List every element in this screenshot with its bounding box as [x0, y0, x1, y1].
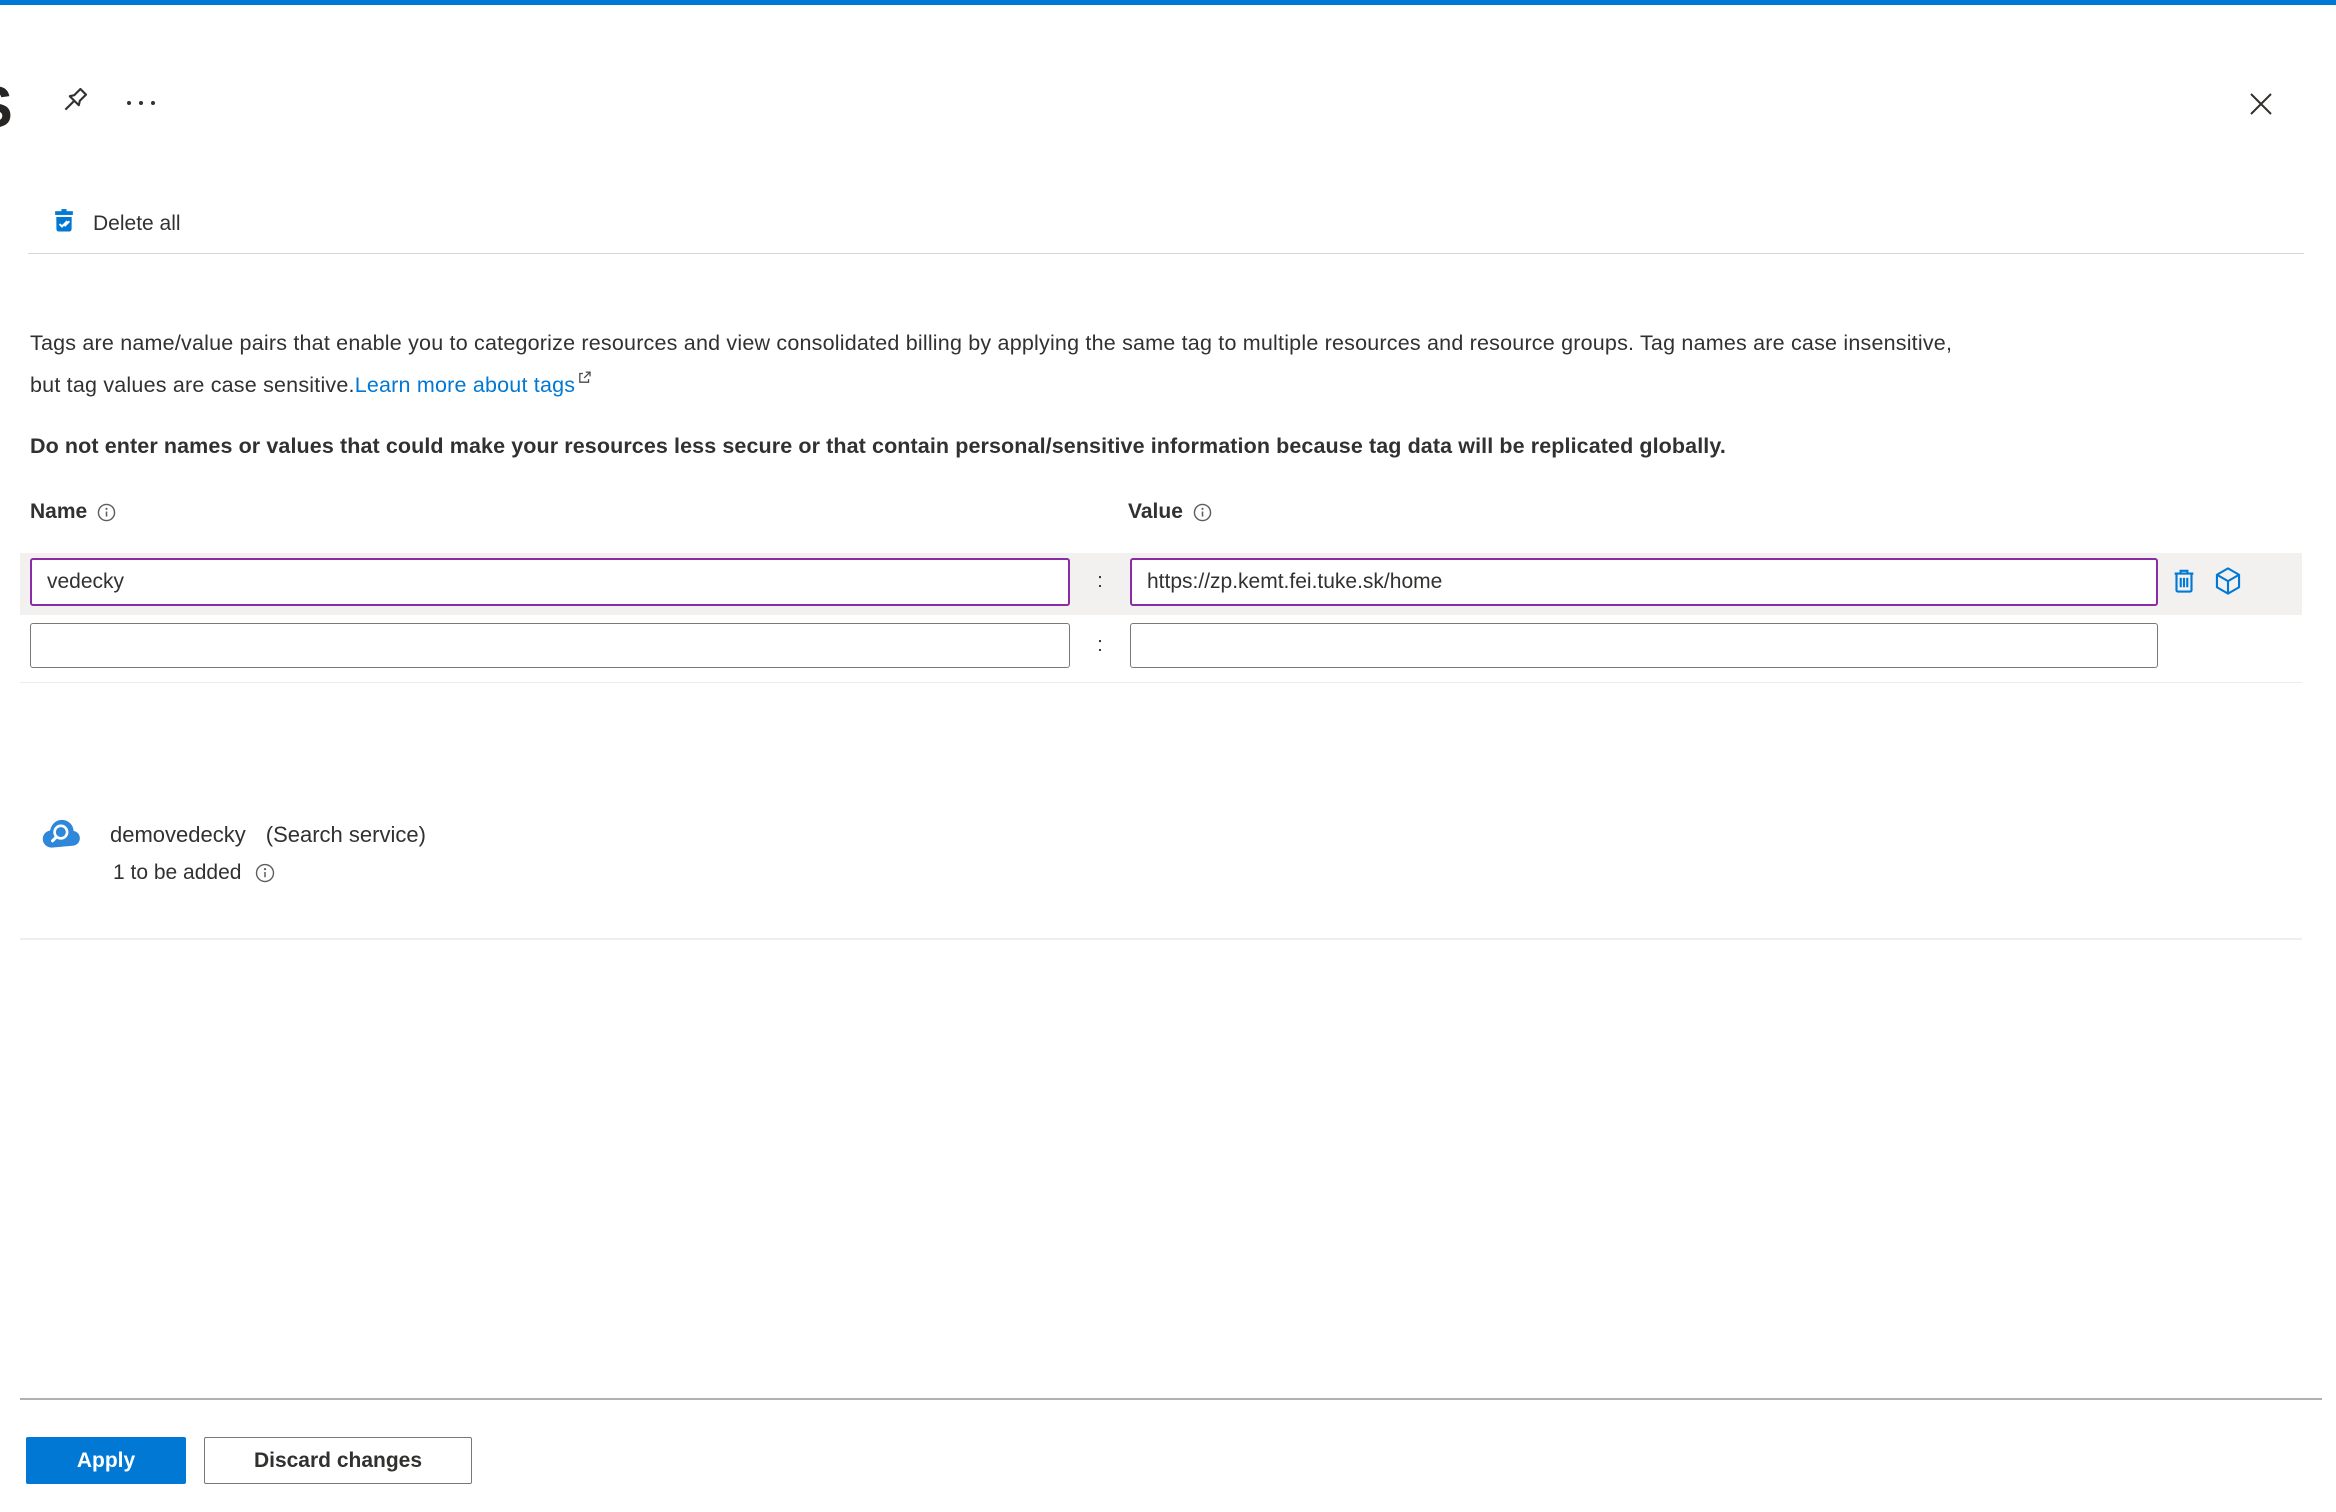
close-button[interactable]	[2238, 82, 2284, 128]
page-title-clipped: S	[0, 74, 14, 140]
more-button[interactable]	[118, 92, 164, 116]
resource-divider	[20, 938, 2302, 940]
close-icon	[2246, 89, 2276, 122]
external-link-icon	[576, 361, 593, 397]
resource-item: demovedecky (Search service)	[110, 822, 426, 848]
toolbar-divider	[28, 253, 2304, 254]
new-tag-value-input[interactable]	[1130, 623, 2158, 668]
discard-changes-button[interactable]: Discard changes	[204, 1437, 472, 1484]
status-info-icon[interactable]	[255, 863, 275, 883]
tag-value-input[interactable]	[1130, 558, 2158, 606]
cube-icon	[2211, 564, 2245, 601]
search-service-icon	[40, 814, 86, 852]
delete-all-button[interactable]: Delete all	[40, 202, 191, 246]
value-header-label: Value	[1128, 500, 1183, 523]
name-header-label: Name	[30, 500, 88, 523]
resource-status-row: 1 to be added	[113, 861, 275, 885]
trash-icon	[2169, 565, 2199, 600]
ellipsis-icon	[124, 97, 158, 112]
resource-name: demovedecky	[110, 822, 246, 847]
description-line2: but tag values are case sensitive.	[30, 372, 355, 397]
value-column-header: Value	[1128, 500, 1212, 524]
top-accent-bar	[0, 0, 2336, 5]
name-value-separator: :	[1097, 570, 1103, 592]
pin-button[interactable]	[52, 80, 96, 124]
security-warning: Do not enter names or values that could …	[30, 433, 1726, 458]
page-title-fragment: S	[0, 74, 13, 140]
learn-more-link[interactable]: Learn more about tags	[355, 373, 576, 397]
resource-type: (Search service)	[265, 822, 426, 847]
name-column-header: Name	[30, 500, 116, 524]
delete-all-label: Delete all	[93, 212, 181, 235]
tags-blade: S	[0, 0, 2336, 1512]
tags-description: Tags are name/value pairs that enable yo…	[30, 325, 2310, 403]
resource-cube-button[interactable]	[2206, 560, 2250, 604]
pin-icon	[57, 84, 91, 121]
tag-name-input[interactable]	[30, 558, 1070, 606]
name-value-separator: :	[1097, 634, 1103, 656]
footer-divider	[20, 1398, 2322, 1400]
value-info-icon[interactable]	[1193, 503, 1212, 522]
new-tag-name-input[interactable]	[30, 623, 1070, 668]
resource-status: 1 to be added	[113, 861, 242, 884]
name-info-icon[interactable]	[97, 503, 116, 522]
description-line1: Tags are name/value pairs that enable yo…	[30, 330, 1953, 355]
apply-button[interactable]: Apply	[26, 1437, 186, 1484]
delete-all-icon	[50, 207, 78, 241]
delete-tag-button[interactable]	[2164, 562, 2204, 602]
rows-divider	[20, 682, 2302, 683]
